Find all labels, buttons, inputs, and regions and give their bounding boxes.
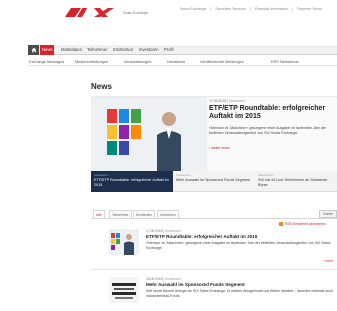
- news-meta: 17.06.2015 | Investoren: [146, 229, 181, 233]
- sub-nav: Exchange Messages Medienmitteilungen Ver…: [28, 57, 337, 66]
- teaser-meta: Teilnehmer: [258, 173, 274, 177]
- teaser-row: Investoren ETF/ETP Roundtable: erfolgrei…: [91, 171, 337, 192]
- news-date: 17.06.2015: [146, 229, 163, 233]
- news-more-link[interactable]: › mehr: [323, 259, 333, 263]
- subnav-veroeffentlichte-meldungen[interactable]: Veröffentlichte Meldungen: [200, 58, 244, 66]
- subnav-rss-newsfeeds[interactable]: RSS Newsfeeds: [271, 58, 299, 66]
- hero-article: 17.06.2015 | Investoren ETF/ETP Roundtab…: [91, 96, 337, 172]
- top-link[interactable]: Financial Information: [255, 7, 288, 11]
- teaser-meta: Investoren: [176, 173, 191, 177]
- nav-item-marktdaten[interactable]: Marktdaten: [59, 45, 84, 55]
- top-links: Swiss Exchange | Securities Services | F…: [180, 7, 322, 11]
- page-title: News: [91, 82, 112, 91]
- teaser-title: SIX hat 44 Live-Teilnehmern an Schweizer…: [258, 178, 328, 187]
- news-item: 16.06.2015 | Investoren Mehr Auswahl im …: [91, 277, 337, 311]
- home-button[interactable]: [28, 45, 39, 55]
- top-link[interactable]: Payment Servic: [297, 7, 322, 11]
- news-title[interactable]: Mehr Auswahl im Sponsored Funds Segment: [146, 282, 245, 287]
- teaser-meta: Investoren: [94, 173, 109, 177]
- hero-read-more-link[interactable]: › weiter lesen: [209, 146, 230, 150]
- hero-text: «Mensch vs. Maschine»: gelungene erste A…: [209, 126, 327, 135]
- top-link-separator: |: [249, 7, 251, 11]
- nav-item-teilnehmer[interactable]: Teilnehmer: [85, 45, 109, 55]
- news-tag: Investoren: [165, 229, 181, 233]
- news-text: Seit heute können Anleger an SIX Swiss E…: [146, 289, 333, 298]
- top-link[interactable]: Swiss Exchange: [180, 7, 206, 11]
- hero-date: 17.06.2015: [209, 99, 226, 103]
- news-tag: Investoren: [165, 277, 181, 281]
- search-button[interactable]: Suche: [319, 210, 337, 218]
- logo-subtitle: Swiss Exchange: [123, 11, 148, 15]
- subnav-newsticker[interactable]: Newsticker: [167, 58, 186, 66]
- news-item: 17.06.2015 | Investoren ETF/ETP Roundtab…: [91, 229, 337, 267]
- nav-item-emittenten[interactable]: Emittenten: [111, 45, 135, 55]
- teaser-item[interactable]: Teilnehmer SIX hat 44 Live-Teilnehmern a…: [255, 171, 337, 192]
- top-link-separator: |: [292, 7, 294, 11]
- rss-subscribe-link[interactable]: RSS Newsfeed abonnieren: [279, 222, 326, 226]
- nav-item-investoren[interactable]: Investoren: [137, 45, 161, 55]
- hero-separator: |: [226, 99, 228, 103]
- subnav-medienmitteilungen[interactable]: Medienmitteilungen: [75, 58, 108, 66]
- six-logo[interactable]: [64, 5, 124, 19]
- teaser-item[interactable]: Investoren ETF/ETP Roundtable: erfolgrei…: [91, 171, 173, 192]
- rss-label: RSS Newsfeed abonnieren: [285, 222, 326, 226]
- nav-item-profil[interactable]: Profil: [162, 45, 176, 55]
- news-thumbnail[interactable]: [109, 277, 139, 303]
- news-thumbnail[interactable]: [109, 229, 139, 255]
- teaser-item[interactable]: Investoren Mehr Auswahl im Sponsored Fun…: [173, 171, 255, 192]
- news-meta: 16.06.2015 | Investoren: [146, 277, 181, 281]
- hero-tag: Investoren: [228, 99, 245, 103]
- hero-meta: 17.06.2015 | Investoren: [209, 99, 245, 103]
- teaser-title: ETF/ETP Roundtable: erfolgreicher Auftak…: [94, 178, 169, 187]
- main-nav: News Marktdaten Teilnehmer Emittenten In…: [28, 45, 337, 55]
- filter-tab-emittenten[interactable]: Emittenten: [133, 210, 156, 218]
- news-divider: [91, 269, 337, 270]
- hero-title[interactable]: ETF/ETP Roundtable: erfolgreicher Auftak…: [209, 105, 337, 121]
- filter-bar: Alle Teilnehmer Emittenten Investoren Su…: [91, 210, 337, 219]
- filter-tab-alle[interactable]: Alle: [93, 210, 105, 218]
- nav-item-news[interactable]: News: [40, 45, 55, 55]
- top-link-separator: |: [210, 7, 212, 11]
- filter-tab-teilnehmer[interactable]: Teilnehmer: [109, 210, 132, 218]
- news-text: «Mensch vs. Maschine»: gelungene erste A…: [146, 241, 331, 250]
- news-title[interactable]: ETF/ETP Roundtable: erfolgreicher Auftak…: [146, 234, 257, 239]
- teaser-title: Mehr Auswahl im Sponsored Funds Segment: [176, 178, 250, 182]
- page: Swiss Exchange Swiss Exchange | Securiti…: [20, 0, 337, 311]
- filter-tab-investoren[interactable]: Investoren: [157, 210, 179, 218]
- hero-image[interactable]: [91, 97, 207, 172]
- home-icon: [31, 47, 36, 53]
- top-link[interactable]: Securities Services: [215, 7, 246, 11]
- news-date: 16.06.2015: [146, 277, 163, 281]
- subnav-exchange-messages[interactable]: Exchange Messages: [29, 58, 64, 66]
- rss-icon: [279, 222, 283, 226]
- subnav-veranstaltungen[interactable]: Veranstaltungen: [124, 58, 151, 66]
